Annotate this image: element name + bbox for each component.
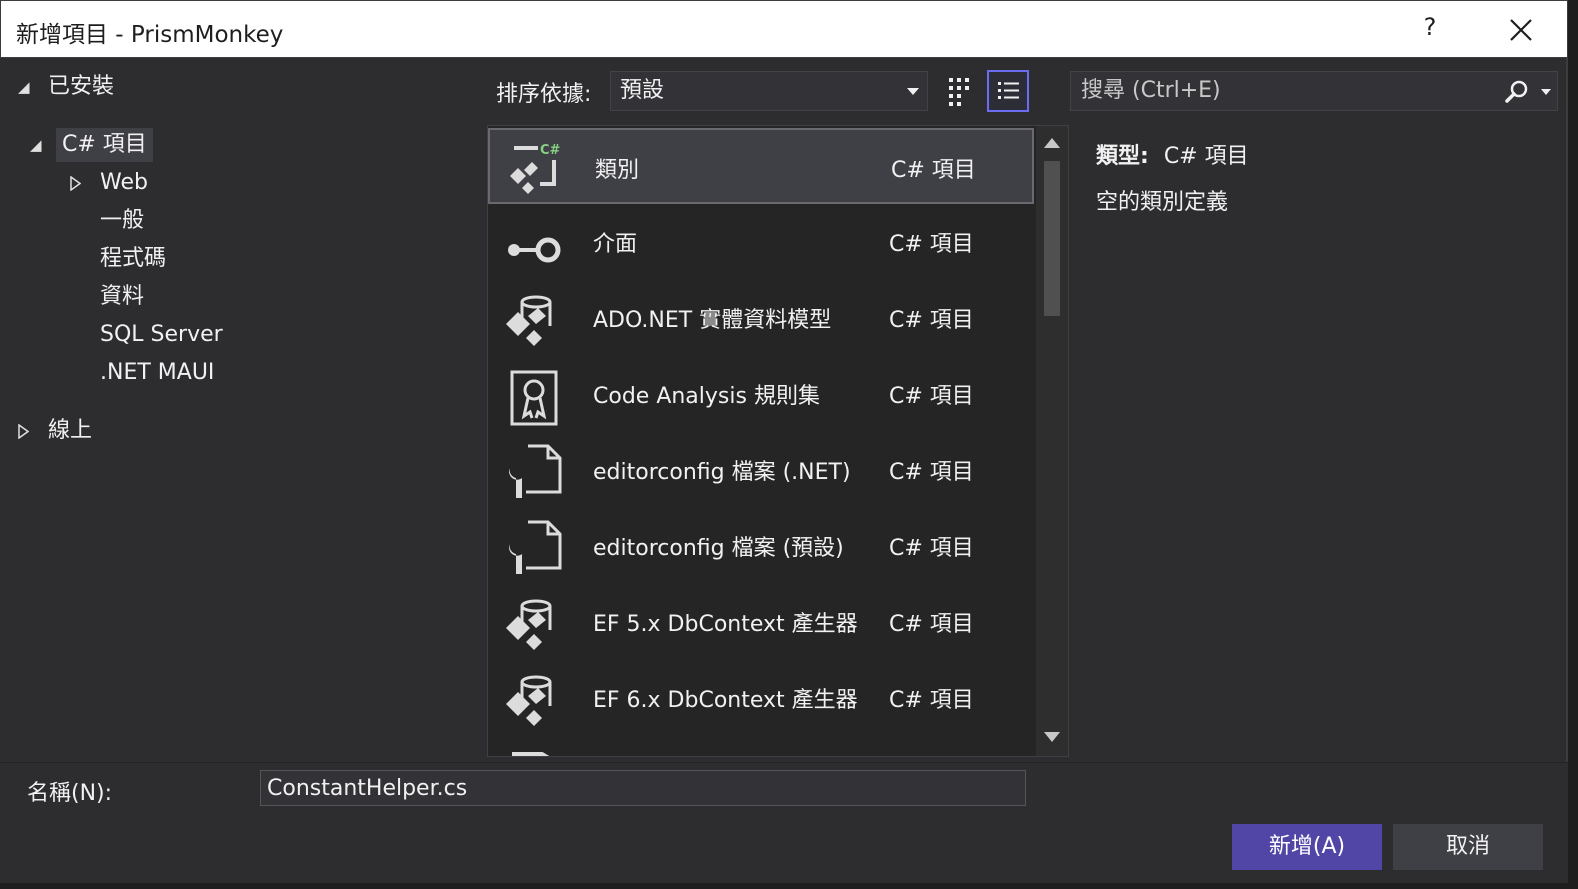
tree-node-code[interactable]: 程式碼	[100, 242, 166, 276]
template-name: ADO.NET 實體資料模型	[593, 308, 832, 333]
tree-label-online: 線上	[48, 418, 93, 443]
tree-label-net-maui: .NET MAUI	[100, 360, 215, 385]
expanded-arrow-icon: ◢	[18, 78, 30, 96]
list-view-button[interactable]	[987, 70, 1029, 112]
small-icons-view-button[interactable]	[940, 70, 982, 112]
entity-model-icon	[506, 295, 552, 346]
scroll-up-arrow-icon[interactable]	[1044, 138, 1060, 148]
template-row-code-analysis-ruleset[interactable]: Code Analysis 規則集 C# 項目	[488, 356, 1034, 432]
template-row-partial[interactable]	[488, 736, 1034, 756]
sort-by-label: 排序依據:	[496, 82, 592, 107]
template-language: C# 項目	[891, 158, 976, 183]
template-description: 空的類別定義	[1096, 190, 1229, 215]
list-view-icon	[998, 82, 1019, 99]
window-title: 新增項目 - PrismMonkey	[16, 22, 284, 48]
interface-icon	[508, 237, 561, 263]
svg-text:C#: C#	[540, 143, 561, 158]
template-name: editorconfig 檔案 (預設)	[593, 536, 844, 561]
template-language: C# 項目	[889, 688, 974, 713]
tree-label-code: 程式碼	[100, 246, 167, 271]
scroll-down-arrow-icon[interactable]	[1044, 732, 1060, 742]
template-name: EF 6.x DbContext 產生器	[593, 688, 858, 713]
dialog-footer: 名稱(N): 新增(A) 取消	[0, 762, 1568, 883]
search-placeholder: 搜尋 (Ctrl+E)	[1081, 78, 1221, 103]
template-row-ado-net-entity-model[interactable]: ADO.NET 實體資料模型 C# 項目	[488, 280, 1034, 356]
template-language: C# 項目	[889, 384, 974, 409]
template-row-editorconfig-net[interactable]: editorconfig 檔案 (.NET) C# 項目	[488, 432, 1034, 508]
tree-label-web: Web	[100, 170, 148, 195]
name-input[interactable]	[260, 770, 1026, 806]
scrollbar-thumb[interactable]	[1044, 161, 1060, 316]
help-button[interactable]: ?	[1415, 13, 1445, 41]
template-name: 介面	[593, 232, 638, 257]
template-language: C# 項目	[889, 232, 974, 257]
class-icon	[512, 752, 550, 756]
template-row-ef5-dbcontext[interactable]: EF 5.x DbContext 產生器 C# 項目	[488, 584, 1034, 660]
name-label: 名稱(N):	[27, 781, 113, 806]
template-name: 類別	[595, 158, 640, 183]
type-label: 類型:	[1096, 144, 1149, 169]
sort-by-dropdown[interactable]: 預設	[610, 71, 928, 111]
template-type: 類型: C# 項目	[1096, 138, 1249, 170]
template-list-scrollbar[interactable]	[1036, 126, 1068, 756]
sort-by-value: 預設	[620, 78, 665, 103]
collapsed-arrow-icon	[70, 176, 81, 191]
expanded-arrow-icon: ◢	[30, 136, 42, 154]
template-language: C# 項目	[889, 536, 974, 561]
close-icon[interactable]	[1501, 11, 1541, 49]
tree-label-sql-server: SQL Server	[100, 322, 223, 347]
tree-node-sql-server[interactable]: SQL Server	[100, 318, 223, 352]
template-language: C# 項目	[889, 308, 974, 333]
template-row-interface[interactable]: 介面 C# 項目	[488, 204, 1034, 280]
template-row-editorconfig-default[interactable]: editorconfig 檔案 (預設) C# 項目	[488, 508, 1034, 584]
tree-label-data: 資料	[100, 284, 145, 309]
editorconfig-icon	[509, 520, 562, 574]
add-new-item-dialog: 新增項目 - PrismMonkey ? ◢ 已安裝 ◢ C# 項目 Web 一…	[0, 0, 1568, 883]
template-language: C# 項目	[889, 460, 974, 485]
tree-label-csharp: C# 項目	[62, 132, 147, 157]
class-icon: C#	[510, 143, 561, 194]
chevron-down-icon	[907, 88, 919, 95]
template-category-tree: ◢ 已安裝 ◢ C# 項目 Web 一般 程式碼 資料 SQL Server .…	[0, 60, 480, 760]
search-icon[interactable]	[1503, 78, 1531, 106]
template-row-ef6-dbcontext[interactable]: EF 6.x DbContext 產生器 C# 項目	[488, 660, 1034, 736]
template-name: EF 5.x DbContext 產生器	[593, 612, 858, 637]
title-bar: 新增項目 - PrismMonkey ?	[0, 0, 1568, 58]
template-name: editorconfig 檔案 (.NET)	[593, 460, 851, 485]
tree-node-data[interactable]: 資料	[100, 280, 144, 314]
template-language: C# 項目	[889, 612, 974, 637]
ruleset-icon	[510, 370, 558, 426]
search-options-chevron-icon[interactable]	[1541, 89, 1551, 95]
tree-label-installed: 已安裝	[48, 74, 115, 99]
template-name: Code Analysis 規則集	[593, 384, 820, 409]
cancel-button[interactable]: 取消	[1393, 824, 1543, 870]
search-box[interactable]: 搜尋 (Ctrl+E)	[1070, 71, 1558, 111]
tree-node-csharp-label[interactable]: C# 項目	[56, 128, 153, 162]
add-button[interactable]: 新增(A)	[1232, 824, 1382, 870]
type-value: C# 項目	[1163, 144, 1249, 169]
editorconfig-icon	[509, 444, 562, 498]
tree-label-general: 一般	[100, 208, 145, 233]
template-row-class[interactable]: C# 類別 C# 項目	[488, 128, 1034, 204]
collapsed-arrow-icon	[18, 424, 29, 439]
tree-node-net-maui[interactable]: .NET MAUI	[100, 356, 214, 390]
grid-view-icon	[949, 78, 969, 106]
dbcontext-icon	[506, 675, 552, 726]
template-list: C# 類別 C# 項目 介面 C# 項目 ADO.NET 實體資料模型 C# 項…	[487, 125, 1069, 757]
dbcontext-icon	[506, 599, 552, 650]
tree-node-general[interactable]: 一般	[100, 204, 144, 238]
